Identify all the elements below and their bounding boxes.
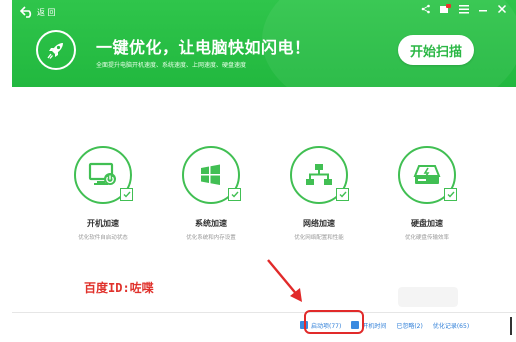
feature-icon-ring [74, 146, 133, 204]
checkbox-checked-icon[interactable] [228, 188, 241, 201]
skin-icon[interactable] [439, 3, 451, 15]
annotation-arrow-icon [267, 259, 302, 302]
feature-title: 开机加速 [87, 219, 119, 228]
minimize-icon[interactable] [477, 3, 489, 15]
feature-title: 网络加速 [303, 219, 335, 228]
back-arrow-icon [20, 6, 32, 18]
feature-title: 系统加速 [195, 219, 227, 228]
share-icon[interactable] [420, 3, 432, 15]
checkbox-checked-icon[interactable] [444, 188, 457, 201]
blurred-region [398, 287, 458, 307]
header-banner: 返 回 一键优化，让电脑快如闪电！ 全面提升电脑开机速度、系统速度、上网速度、硬… [12, 0, 516, 87]
windows-icon [201, 164, 220, 185]
records-link[interactable]: 优化记录(65) [433, 321, 469, 330]
feature-icon-ring [182, 146, 241, 204]
window-controls [420, 3, 508, 15]
back-label: 返 回 [37, 7, 56, 17]
ignored-link[interactable]: 已忽略(2) [396, 321, 423, 330]
feature-icon-ring [398, 146, 457, 204]
monitor-power-icon [88, 162, 116, 185]
menu-icon[interactable] [458, 3, 470, 15]
left-margin [0, 0, 12, 342]
feature-desc: 优化网络配置和性能 [294, 235, 344, 241]
window-edge [510, 317, 512, 335]
feature-boot-speedup[interactable]: 开机加速 优化软件自启动状态 [48, 146, 158, 241]
feature-desc: 优化软件自启动状态 [78, 235, 128, 241]
feature-disk-speedup[interactable]: 硬盘加速 优化硬盘传输效率 [372, 146, 482, 241]
back-button[interactable]: 返 回 [20, 5, 56, 19]
feature-desc: 优化硬盘传输效率 [404, 235, 449, 241]
ignored-label: 已忽略(2) [396, 322, 423, 330]
feature-system-speedup[interactable]: 系统加速 优化系统和内存设置 [156, 146, 266, 241]
app-window: 返 回 一键优化，让电脑快如闪电！ 全面提升电脑开机速度、系统速度、上网速度、硬… [0, 0, 516, 342]
checkbox-checked-icon[interactable] [336, 188, 349, 201]
headline: 一键优化，让电脑快如闪电！ [96, 38, 311, 57]
close-icon[interactable] [496, 3, 508, 15]
records-label: 优化记录(65) [432, 322, 470, 330]
rocket-icon [36, 30, 76, 70]
network-icon [306, 164, 332, 185]
feature-icon-ring [290, 146, 349, 204]
watermark-text: 百度ID:咗喋 [84, 281, 154, 295]
annotation-highlight-box [304, 310, 364, 334]
feature-network-speedup[interactable]: 网络加速 优化网络配置和性能 [264, 146, 374, 241]
feature-desc: 优化系统和内存设置 [186, 235, 236, 241]
boot-time-label: 开机时间 [362, 322, 387, 330]
footer-divider [12, 312, 516, 313]
start-scan-button[interactable]: 开始扫描 [398, 35, 474, 65]
feature-title: 硬盘加速 [411, 219, 443, 228]
harddisk-icon [413, 165, 441, 184]
subline: 全面提升电脑开机速度、系统速度、上网速度、硬盘速度 [96, 62, 247, 69]
checkbox-checked-icon[interactable] [120, 188, 133, 201]
